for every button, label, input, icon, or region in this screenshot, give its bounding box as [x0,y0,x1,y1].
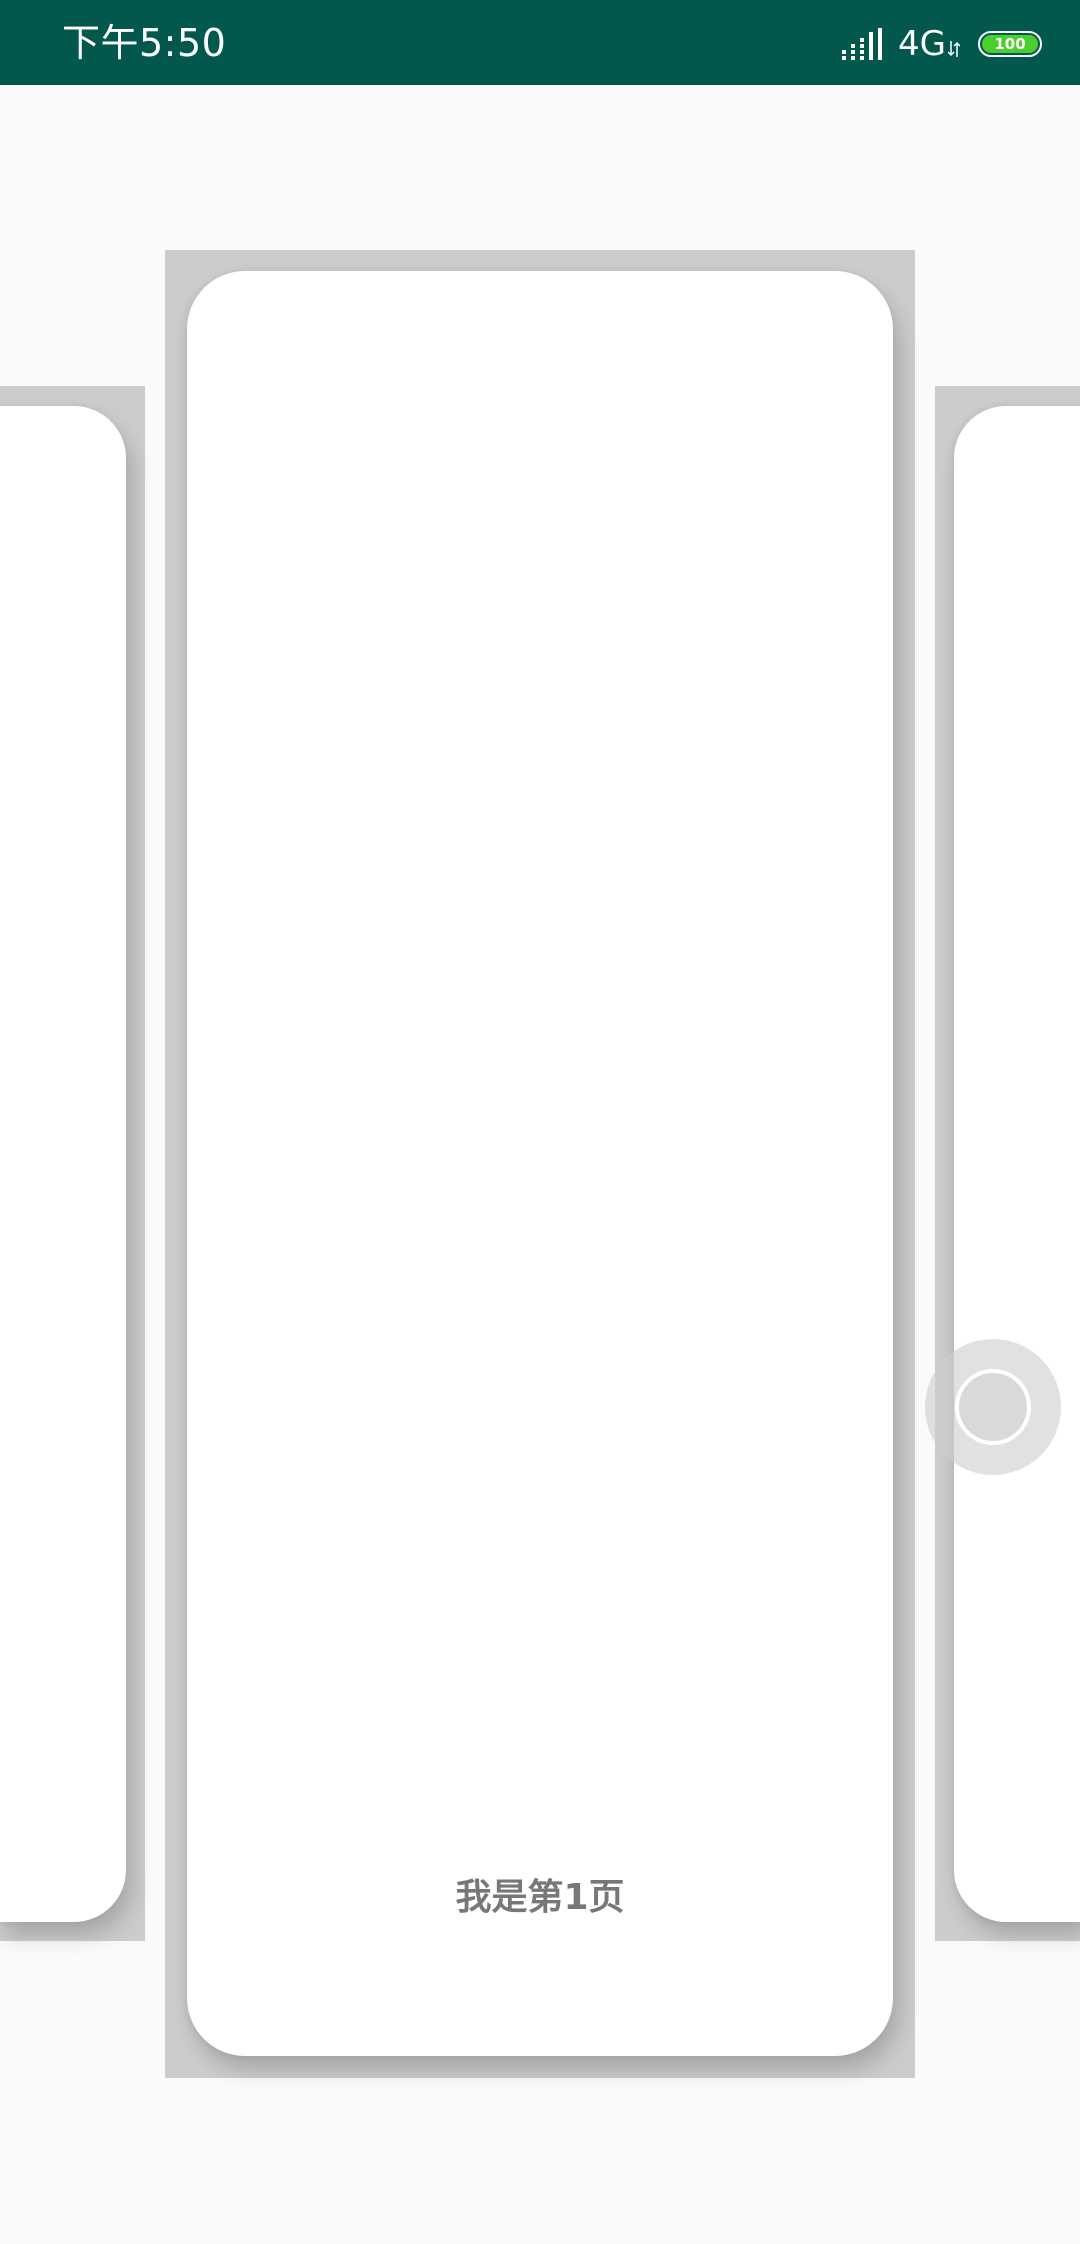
right-card[interactable] [954,406,1080,1922]
status-bar: 下午5:50 4G 100 [0,0,1080,85]
data-arrows-icon [948,41,960,57]
center-card[interactable] [187,271,893,2056]
network-type-label: 4G [898,24,946,64]
left-card[interactable] [0,406,126,1922]
signal-icon [842,28,883,60]
assistive-touch-button[interactable] [925,1339,1061,1475]
status-time: 下午5:50 [62,21,227,65]
page-label: 我是第1页 [455,1877,625,1918]
battery-level: 100 [982,35,1038,53]
status-indicators: 4G 100 [842,24,1042,64]
battery-icon: 100 [978,31,1042,57]
assistive-touch-icon [955,1369,1031,1445]
